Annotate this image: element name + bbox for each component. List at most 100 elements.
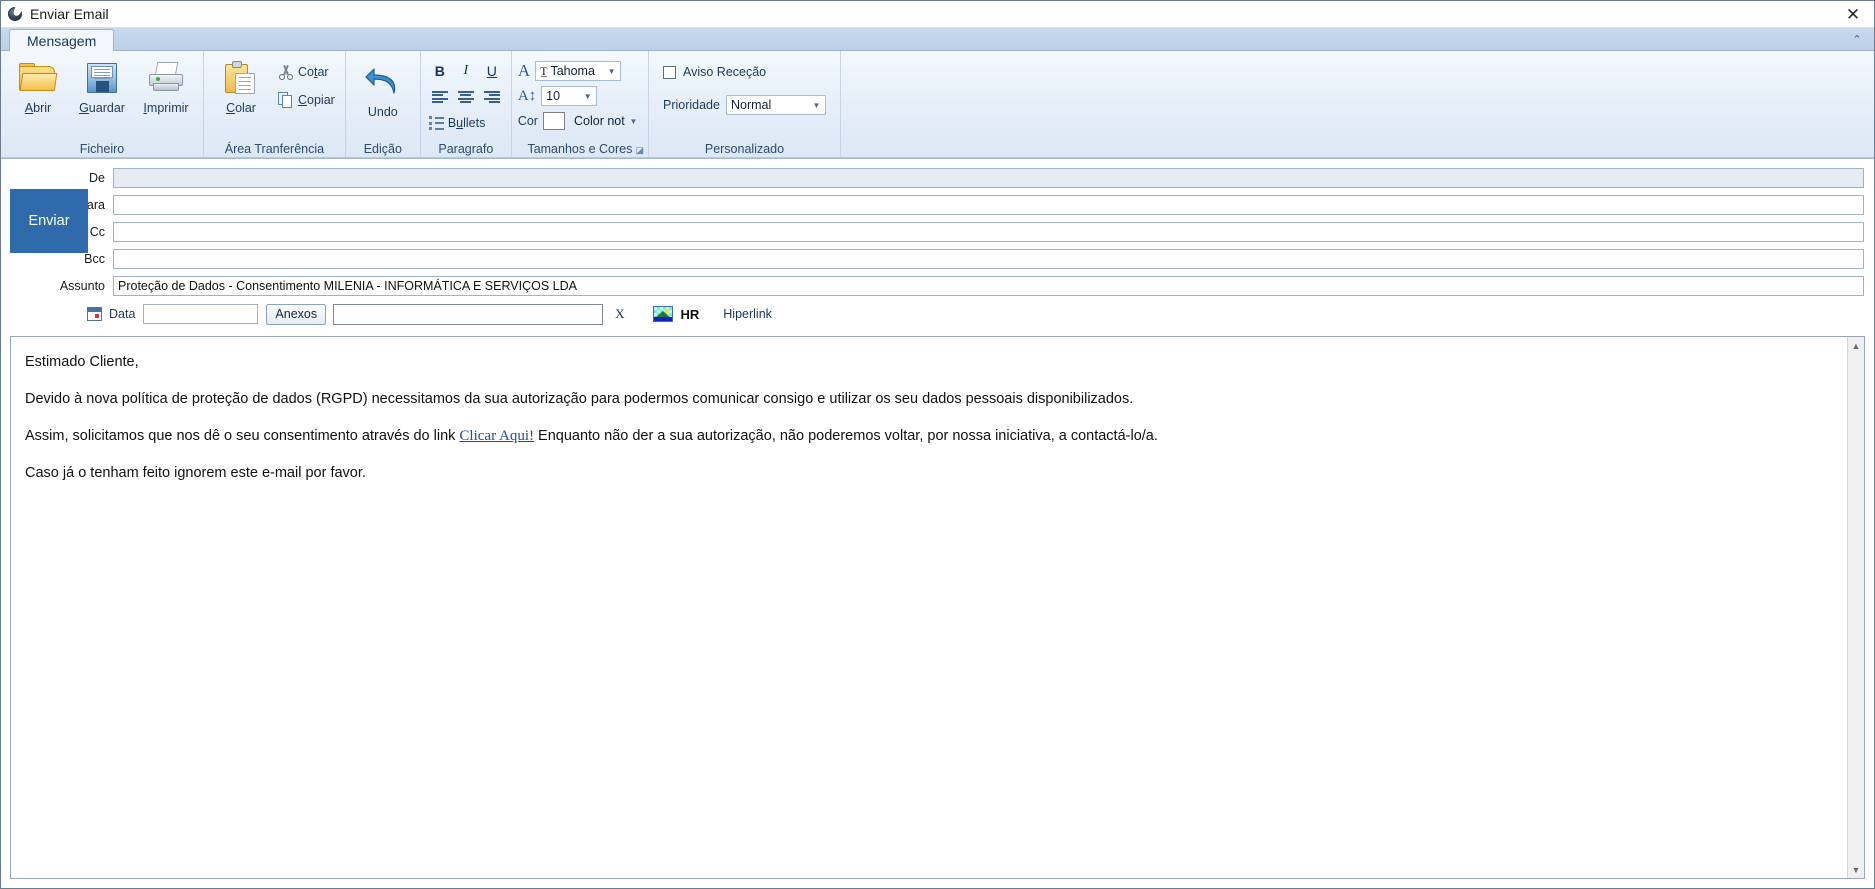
guardar-button[interactable]: Guardar: [71, 55, 133, 115]
chevron-up-icon[interactable]: ⌃: [1848, 31, 1866, 47]
undo-button[interactable]: Undo: [352, 61, 414, 119]
clipboard-paste-icon: [225, 59, 257, 97]
bullets-button[interactable]: Bullets: [427, 113, 490, 133]
meta-row: Data Anexos X HR Hiperlink: [1, 302, 1874, 326]
clicar-aqui-link[interactable]: Clicar Aqui!: [459, 428, 534, 444]
undo-arrow-icon: [363, 65, 403, 101]
data-input[interactable]: [143, 304, 259, 324]
ribbon-group-ficheiro: Abrir Guardar Imprimir Ficheiro: [1, 51, 204, 158]
align-right-icon: [483, 91, 500, 103]
group-label-ficheiro: Ficheiro: [79, 142, 125, 156]
window-title: Enviar Email: [30, 6, 109, 22]
prioridade-value: Normal: [730, 98, 772, 112]
calendar-icon[interactable]: [87, 307, 102, 321]
cotar-button[interactable]: Cotar: [274, 61, 339, 83]
scroll-up-icon[interactable]: ▲: [1848, 337, 1864, 354]
chevron-down-icon: ▼: [629, 116, 638, 126]
ribbon-group-paragrafo: B I U Bullets Paragrafo: [421, 51, 512, 158]
enviar-email-window: Enviar Email ✕ Mensagem ⌃ Abrir Guardar …: [0, 0, 1875, 889]
title-bar: Enviar Email ✕: [1, 1, 1874, 28]
cc-input[interactable]: [113, 222, 1864, 242]
align-center-button[interactable]: [456, 87, 476, 107]
field-row-para: Para: [1, 194, 1874, 216]
enviar-button[interactable]: Enviar: [10, 189, 88, 253]
chevron-down-icon: ▼: [583, 91, 592, 101]
body-paragraph-1: Devido à nova política de proteção de da…: [25, 390, 1134, 407]
imprimir-button[interactable]: Imprimir: [135, 55, 197, 115]
font-letter-icon: A: [517, 61, 531, 80]
color-value: Color not: [573, 114, 625, 128]
font-family-select[interactable]: T̲ Tahoma ▼: [535, 61, 622, 81]
hiperlink-button[interactable]: Hiperlink: [723, 307, 772, 321]
anexos-input[interactable]: [333, 303, 604, 325]
copiar-button[interactable]: Copiar: [274, 89, 339, 111]
close-icon[interactable]: ✕: [1836, 2, 1870, 26]
editor-scrollbar[interactable]: ▲ ▼: [1847, 337, 1864, 878]
scroll-down-icon[interactable]: ▼: [1848, 861, 1864, 878]
clear-attachment-button[interactable]: X: [615, 306, 624, 322]
anexos-button[interactable]: Anexos: [266, 303, 327, 325]
color-swatch[interactable]: [542, 112, 565, 130]
para-input[interactable]: [113, 195, 1864, 215]
align-left-icon: [431, 91, 448, 103]
field-row-bcc: Bcc: [1, 248, 1874, 270]
field-row-cc: Cc: [1, 221, 1874, 243]
label-bcc: Bcc: [84, 252, 105, 266]
align-center-icon: [457, 91, 474, 103]
aviso-rececao-checkbox[interactable]: [662, 65, 676, 79]
group-label-edicao: Edição: [363, 142, 402, 156]
group-label-clipboard: Área Tranferência: [224, 142, 325, 156]
align-left-button[interactable]: [430, 87, 450, 107]
hr-button[interactable]: HR: [681, 307, 700, 322]
app-ball-icon: [7, 6, 23, 22]
colar-button[interactable]: Colar: [210, 55, 272, 115]
color-label: Cor: [517, 114, 538, 128]
bold-button[interactable]: B: [430, 61, 450, 81]
printer-icon: [147, 59, 185, 97]
dialog-launcher-icon[interactable]: ◪: [635, 145, 644, 156]
ribbon-group-edicao: Undo Edição: [346, 51, 421, 158]
message-body-editor[interactable]: Estimado Cliente, Devido à nova política…: [10, 336, 1865, 879]
body-p2-pre: Assim, solicitamos que nos dê o seu cons…: [25, 428, 460, 445]
body-greeting: Estimado Cliente,: [25, 354, 139, 370]
assunto-input[interactable]: Proteção de Dados - Consentimento MILENI…: [113, 276, 1864, 296]
aviso-rececao-label: Aviso Receção: [682, 65, 767, 79]
message-body-content[interactable]: Estimado Cliente, Devido à nova política…: [11, 337, 1847, 878]
group-label-tamanhos-cores: Tamanhos e Cores ◪: [527, 142, 644, 156]
group-label-paragrafo: Paragrafo: [438, 142, 494, 156]
ribbon-group-tamanhos-cores: A T̲ Tahoma ▼ A↕ 10 ▼ Cor Color not ▼ Ta…: [512, 51, 649, 158]
folder-open-icon: [19, 59, 58, 97]
ribbon-group-personalizado: Aviso Receção Prioridade Normal ▼ Person…: [649, 51, 841, 158]
ribbon-group-clipboard: Colar Cotar Copiar Área Tranferência: [204, 51, 346, 158]
font-size-icon: A↕: [517, 87, 537, 104]
undo-label: Undo: [367, 105, 398, 119]
abrir-button[interactable]: Abrir: [7, 55, 69, 115]
font-glyph-icon: T̲: [540, 63, 548, 78]
ribbon: Abrir Guardar Imprimir Ficheiro Colar Co…: [1, 51, 1874, 159]
body-paragraph-2: Assim, solicitamos que nos dê o seu cons…: [25, 426, 1833, 447]
font-size-select[interactable]: 10 ▼: [541, 86, 598, 106]
scissors-icon: [278, 64, 294, 80]
tab-mensagem[interactable]: Mensagem: [9, 29, 115, 51]
floppy-disk-icon: [87, 59, 117, 97]
color-select[interactable]: Color not ▼: [570, 111, 642, 131]
body-p2-post: Enquanto não der a sua autorização, não …: [534, 428, 1158, 445]
italic-button[interactable]: I: [456, 61, 476, 81]
label-data: Data: [109, 307, 136, 321]
chevron-down-icon: ▼: [812, 100, 821, 110]
bullet-list-icon: [428, 116, 444, 130]
copy-icon: [278, 92, 294, 108]
picture-icon[interactable]: [652, 306, 673, 322]
compose-header: Enviar De Para Cc Bcc Assunto Proteção d…: [1, 159, 1874, 332]
group-label-personalizado: Personalizado: [704, 142, 785, 156]
prioridade-select[interactable]: Normal ▼: [725, 95, 826, 115]
label-assunto: Assunto: [59, 279, 105, 293]
ribbon-tab-strip: Mensagem ⌃: [1, 28, 1874, 51]
underline-button[interactable]: U: [482, 61, 502, 81]
de-input[interactable]: [113, 168, 1864, 188]
align-right-button[interactable]: [482, 87, 502, 107]
bcc-input[interactable]: [113, 249, 1864, 269]
field-row-assunto: Assunto Proteção de Dados - Consentiment…: [1, 275, 1874, 297]
body-paragraph-3: Caso já o tenham feito ignorem este e-ma…: [25, 464, 366, 481]
font-family-value: Tahoma: [550, 64, 595, 78]
